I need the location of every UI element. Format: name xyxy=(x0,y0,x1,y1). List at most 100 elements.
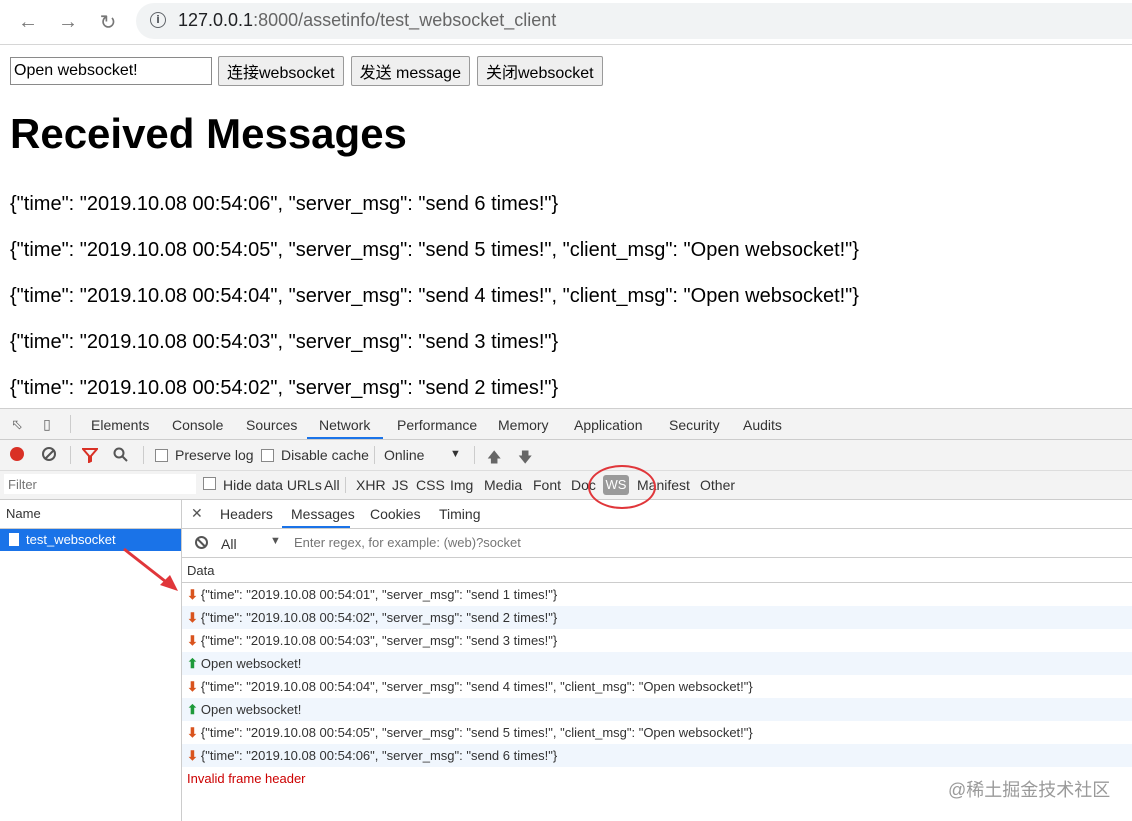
divider xyxy=(345,477,346,493)
tab-elements[interactable]: Elements xyxy=(91,417,149,433)
forward-icon[interactable]: → xyxy=(54,8,82,36)
arrow-down-icon: ⬇ xyxy=(187,587,198,602)
record-icon[interactable] xyxy=(10,447,24,461)
frame-text: {"time": "2019.10.08 00:54:02", "server_… xyxy=(200,610,558,625)
chevron-down-icon[interactable]: ▼ xyxy=(450,448,461,460)
clear-messages-icon[interactable] xyxy=(195,536,208,549)
frame-row[interactable]: ⬇ {"time": "2019.10.08 00:54:06", "server… xyxy=(182,744,1132,767)
name-column-header[interactable]: Name xyxy=(0,500,181,529)
frame-text: {"time": "2019.10.08 00:54:04", "server_… xyxy=(200,679,753,694)
filter-type-all[interactable]: All xyxy=(324,477,340,493)
disable-cache-checkbox[interactable] xyxy=(261,449,274,462)
annotation-arrow-icon xyxy=(123,547,178,591)
frame-row[interactable]: ⬆ Open websocket! xyxy=(182,698,1132,721)
tab-headers[interactable]: Headers xyxy=(220,506,273,522)
message-level-select[interactable]: All xyxy=(221,536,237,552)
device-toolbar-icon[interactable]: ▯ xyxy=(38,415,56,433)
divider xyxy=(474,446,475,464)
connect-button[interactable]: 连接websocket xyxy=(218,56,344,86)
preserve-log-label: Preserve log xyxy=(175,447,254,463)
message-input[interactable] xyxy=(10,57,212,85)
controls-row: 连接websocket 发送 message 关闭websocket xyxy=(10,56,610,86)
chevron-down-icon[interactable]: ▼ xyxy=(270,535,281,547)
filter-bar: Hide data URLs All XHR JS CSS Img Media … xyxy=(0,465,1132,509)
back-icon[interactable]: ← xyxy=(14,8,42,36)
arrow-down-icon: ⬇ xyxy=(187,748,198,763)
tab-messages[interactable]: Messages xyxy=(291,506,355,522)
request-detail: ✕ Headers Messages Cookies Timing All ▼ … xyxy=(182,500,1132,821)
received-message: {"time": "2019.10.08 00:54:06", "server_… xyxy=(10,193,559,215)
hide-data-urls-checkbox[interactable] xyxy=(203,477,216,490)
hide-data-urls-label: Hide data URLs xyxy=(223,477,322,493)
network-toolbar: Preserve log Disable cache Online ▼ 🡅 🡇 xyxy=(0,440,1132,471)
page-title: Received Messages xyxy=(10,110,407,157)
send-button[interactable]: 发送 message xyxy=(350,56,470,86)
divider xyxy=(374,446,375,464)
clear-icon[interactable] xyxy=(42,447,56,461)
frames-list: ⬇ {"time": "2019.10.08 00:54:01", "server… xyxy=(182,583,1132,790)
arrow-up-icon: ⬆ xyxy=(187,702,198,717)
tab-timing[interactable]: Timing xyxy=(439,506,481,522)
throttle-select[interactable]: Online xyxy=(384,447,424,463)
tab-sources[interactable]: Sources xyxy=(246,417,297,433)
arrow-down-icon: ⬇ xyxy=(187,725,198,740)
inspect-icon[interactable]: ⬁ xyxy=(8,415,26,433)
tab-memory[interactable]: Memory xyxy=(498,417,549,433)
url-host: 127.0.0.1 xyxy=(178,10,254,30)
received-messages: {"time": "2019.10.08 00:54:06", "server_… xyxy=(10,190,859,420)
preserve-log-checkbox[interactable] xyxy=(155,449,168,462)
tab-cookies[interactable]: Cookies xyxy=(370,506,421,522)
received-message: {"time": "2019.10.08 00:54:05", "server_… xyxy=(10,239,859,261)
received-message: {"time": "2019.10.08 00:54:04", "server_… xyxy=(10,285,859,307)
frame-row[interactable]: ⬇ {"time": "2019.10.08 00:54:03", "server… xyxy=(182,629,1132,652)
filter-type-xhr[interactable]: XHR xyxy=(356,477,386,493)
tab-application[interactable]: Application xyxy=(574,417,643,433)
arrow-down-icon: ⬇ xyxy=(187,610,198,625)
active-tab-indicator xyxy=(307,437,383,439)
url-path: :8000/assetinfo/test_websocket_client xyxy=(253,10,557,30)
filter-type-media[interactable]: Media xyxy=(484,477,522,493)
reload-icon[interactable]: ↻ xyxy=(94,8,122,36)
filter-icon[interactable] xyxy=(82,447,98,463)
frame-text: {"time": "2019.10.08 00:54:03", "server_… xyxy=(200,633,558,648)
divider xyxy=(70,446,71,464)
filter-type-js[interactable]: JS xyxy=(392,477,408,493)
close-button[interactable]: 关闭websocket xyxy=(476,56,603,86)
close-icon[interactable]: ✕ xyxy=(191,505,203,522)
data-column-header[interactable]: Data xyxy=(182,558,1132,583)
frame-row[interactable]: ⬆ Open websocket! xyxy=(182,652,1132,675)
disable-cache-label: Disable cache xyxy=(281,447,369,463)
frame-text: {"time": "2019.10.08 00:54:05", "server_… xyxy=(200,725,753,740)
tab-console[interactable]: Console xyxy=(172,417,223,433)
filter-type-css[interactable]: CSS xyxy=(416,477,445,493)
active-detail-tab-indicator xyxy=(282,526,350,528)
tab-network[interactable]: Network xyxy=(319,417,370,433)
tab-performance[interactable]: Performance xyxy=(397,417,477,433)
document-icon xyxy=(9,533,19,546)
filter-type-other[interactable]: Other xyxy=(700,477,735,493)
watermark: @稀土掘金技术社区 xyxy=(948,780,1111,800)
divider xyxy=(70,415,71,433)
search-icon[interactable] xyxy=(113,447,129,463)
filter-type-font[interactable]: Font xyxy=(533,477,561,493)
filter-type-img[interactable]: Img xyxy=(450,477,473,493)
tab-security[interactable]: Security xyxy=(669,417,720,433)
export-har-icon[interactable]: 🡇 xyxy=(518,447,532,471)
url-text: 127.0.0.1:8000/assetinfo/test_websocket_… xyxy=(178,10,556,31)
filter-input[interactable] xyxy=(4,474,196,494)
frame-row[interactable]: ⬇ {"time": "2019.10.08 00:54:01", "server… xyxy=(182,583,1132,606)
divider xyxy=(143,446,144,464)
arrow-down-icon: ⬇ xyxy=(187,633,198,648)
address-bar[interactable]: i 127.0.0.1:8000/assetinfo/test_websocke… xyxy=(136,3,1132,39)
regex-filter-input[interactable] xyxy=(290,532,1030,552)
frame-row[interactable]: ⬇ {"time": "2019.10.08 00:54:04", "server… xyxy=(182,675,1132,698)
received-message: {"time": "2019.10.08 00:54:03", "server_… xyxy=(10,331,559,353)
request-name: test_websocket xyxy=(26,532,116,547)
frame-row[interactable]: ⬇ {"time": "2019.10.08 00:54:02", "server… xyxy=(182,606,1132,629)
frame-row[interactable]: ⬇ {"time": "2019.10.08 00:54:05", "server… xyxy=(182,721,1132,744)
frame-text: {"time": "2019.10.08 00:54:01", "server_… xyxy=(200,587,558,602)
import-har-icon[interactable]: 🡅 xyxy=(487,447,501,471)
devtools-panel: ⬁ ▯ Elements Console Sources Network Per… xyxy=(0,408,1132,821)
tab-audits[interactable]: Audits xyxy=(743,417,782,433)
info-icon[interactable]: i xyxy=(150,12,166,28)
